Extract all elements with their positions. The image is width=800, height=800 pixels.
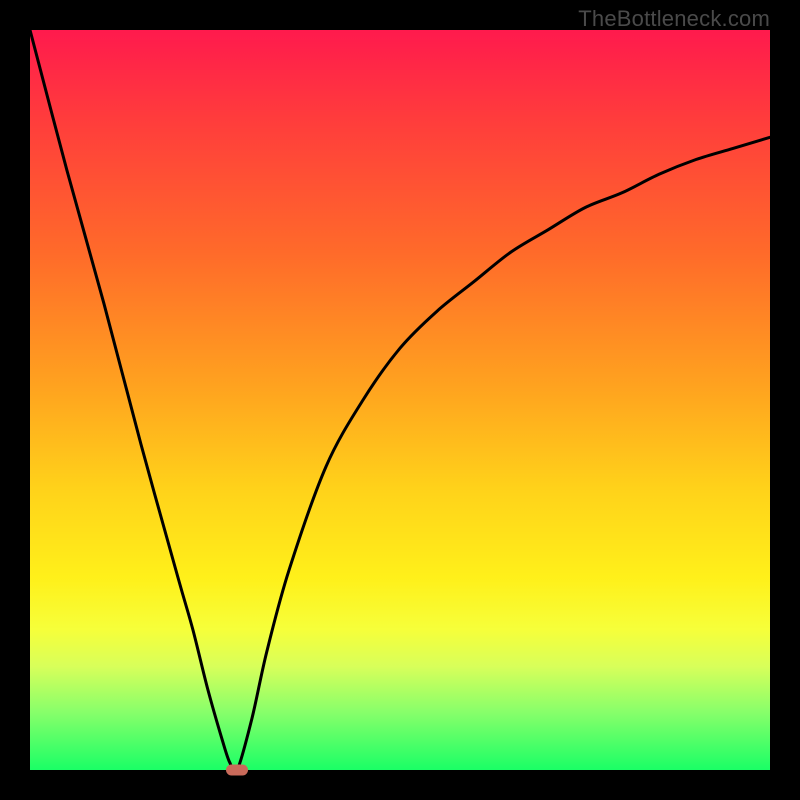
curve-svg: [30, 30, 770, 770]
optimal-point-marker: [226, 765, 248, 776]
chart-frame: TheBottleneck.com: [0, 0, 800, 800]
bottleneck-curve: [30, 30, 770, 773]
attribution-label: TheBottleneck.com: [578, 6, 770, 32]
plot-area: [30, 30, 770, 770]
